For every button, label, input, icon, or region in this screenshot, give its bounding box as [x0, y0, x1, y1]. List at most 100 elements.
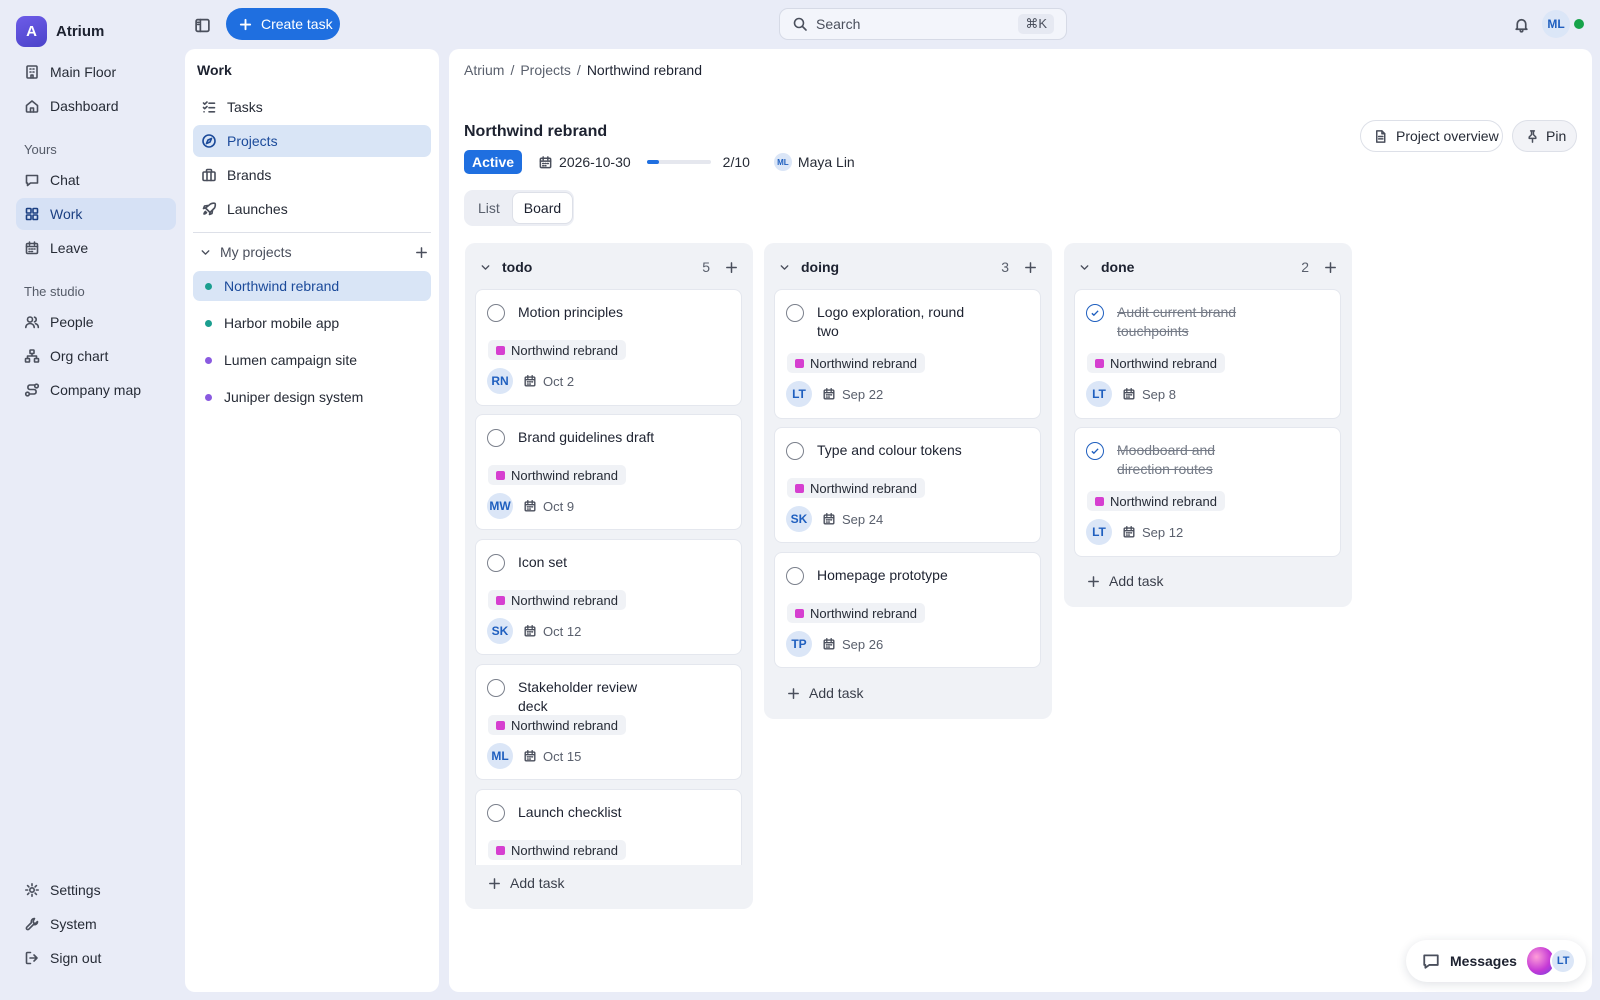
nav-item-chat[interactable]: Chat — [16, 164, 176, 196]
task-card[interactable]: Moodboard and direction routes Northwind… — [1074, 427, 1341, 557]
project-item-juniper-design-system[interactable]: Juniper design system — [193, 382, 431, 412]
assignee-avatar[interactable]: SK — [487, 618, 513, 644]
page-title: Northwind rebrand — [464, 123, 608, 140]
due-date: Sep 24 — [822, 512, 883, 527]
task-checkbox[interactable] — [487, 554, 505, 572]
add-card-icon[interactable] — [724, 260, 739, 275]
project-tag: Northwind rebrand — [787, 478, 925, 498]
project-item-lumen-campaign-site[interactable]: Lumen campaign site — [193, 345, 431, 375]
user-avatar[interactable]: ML — [1542, 10, 1570, 38]
view-option-list[interactable]: List — [467, 193, 511, 223]
add-project-icon[interactable] — [414, 245, 429, 260]
assignee-avatar[interactable]: LT — [786, 381, 812, 407]
chevron-down-icon[interactable] — [479, 261, 492, 274]
nav-item-settings[interactable]: Settings — [16, 874, 176, 906]
task-card[interactable]: Type and colour tokens Northwind rebrand… — [774, 427, 1041, 543]
task-checkbox[interactable] — [487, 304, 505, 322]
work-item-launches[interactable]: Launches — [193, 193, 431, 225]
task-checkbox[interactable] — [786, 567, 804, 585]
work-item-tasks[interactable]: Tasks — [193, 91, 431, 123]
assignee-avatar[interactable]: TP — [786, 631, 812, 657]
task-card[interactable]: Motion principles Northwind rebrand RN O… — [475, 289, 742, 406]
task-card[interactable]: Icon set Northwind rebrand SK Oct 12 — [475, 539, 742, 655]
work-item-projects[interactable]: Projects — [193, 125, 431, 157]
my-projects-header[interactable]: My projects — [199, 244, 429, 260]
nav-item-label: Sign out — [50, 950, 102, 966]
status-badge[interactable]: Active — [464, 150, 523, 174]
nav-item-people[interactable]: People — [16, 306, 176, 338]
assignee-avatar[interactable]: MW — [487, 493, 513, 519]
project-due-date[interactable]: 2026-10-30 — [538, 154, 631, 170]
task-checkbox[interactable] — [786, 304, 804, 322]
breadcrumb-item[interactable]: Projects — [520, 62, 571, 78]
chevron-down-icon[interactable] — [199, 246, 212, 259]
task-title: Homepage prototype — [817, 567, 948, 583]
task-checkbox-checked[interactable] — [1086, 304, 1104, 322]
app-logo: A — [16, 16, 47, 47]
task-checkbox-checked[interactable] — [1086, 442, 1104, 460]
assignee-avatar[interactable]: LT — [1086, 381, 1112, 407]
nav-item-company-map[interactable]: Company map — [16, 374, 176, 406]
task-card[interactable]: Logo exploration, round two Northwind re… — [774, 289, 1041, 419]
tag-label: Northwind rebrand — [511, 842, 618, 858]
org-chart-icon — [24, 348, 40, 364]
nav-item-work[interactable]: Work — [16, 198, 176, 230]
task-title: Motion principles — [518, 304, 624, 320]
add-task-button[interactable]: Add task — [786, 685, 863, 701]
nav-item-label: Leave — [50, 240, 89, 256]
column-count: 3 — [1001, 259, 1009, 275]
task-checkbox[interactable] — [487, 679, 505, 697]
add-task-button[interactable]: Add task — [487, 875, 564, 891]
add-task-button[interactable]: Add task — [1086, 573, 1163, 589]
search-input[interactable]: Search ⌘K — [779, 8, 1067, 40]
board-column-todo: todo 5 Motion principles Northwind rebra… — [465, 243, 753, 909]
tag-swatch — [1095, 496, 1104, 506]
bell-icon[interactable] — [1511, 14, 1531, 34]
sidebar-toggle-icon[interactable] — [192, 15, 212, 35]
project-item-harbor-mobile-app[interactable]: Harbor mobile app — [193, 308, 431, 338]
work-panel-divider — [193, 232, 431, 233]
pin-button[interactable]: Pin — [1512, 120, 1577, 152]
assignee-avatar[interactable]: LT — [1086, 519, 1112, 545]
project-item-northwind-rebrand[interactable]: Northwind rebrand — [193, 271, 431, 301]
task-card[interactable]: Homepage prototype Northwind rebrand TP … — [774, 552, 1041, 668]
nav-item-main-floor[interactable]: Main Floor — [16, 56, 176, 88]
task-card[interactable]: Launch checklist Northwind rebrand — [475, 789, 742, 865]
tag-swatch — [496, 595, 505, 605]
chevron-down-icon[interactable] — [1078, 261, 1091, 274]
assignee-avatar[interactable]: SK — [786, 506, 812, 532]
nav-item-leave[interactable]: Leave — [16, 232, 176, 264]
compass-icon — [201, 133, 217, 149]
grid-icon — [24, 206, 40, 222]
assignee-avatar[interactable]: RN — [487, 368, 513, 394]
add-card-icon[interactable] — [1023, 260, 1038, 275]
nav-item-dashboard[interactable]: Dashboard — [16, 90, 176, 122]
nav-item-label: Company map — [50, 382, 142, 398]
task-card[interactable]: Audit current brand touchpoints Northwin… — [1074, 289, 1341, 419]
nav-item-system[interactable]: System — [16, 908, 176, 940]
check-icon — [1090, 446, 1100, 456]
breadcrumb-item[interactable]: Atrium — [464, 62, 504, 78]
due-date-text: Oct 9 — [543, 498, 575, 514]
calendar-icon — [523, 374, 537, 388]
task-title: Audit current brand touchpoints — [1117, 304, 1237, 339]
project-owner[interactable]: ML Maya Lin — [773, 153, 855, 171]
nav-item-sign-out[interactable]: Sign out — [16, 942, 176, 974]
project-overview-button[interactable]: Project overview — [1360, 120, 1503, 152]
view-option-board[interactable]: Board — [512, 193, 573, 223]
create-task-button[interactable]: Create task — [226, 8, 340, 40]
messages-button[interactable]: Messages LT — [1406, 940, 1586, 982]
chevron-down-icon[interactable] — [778, 261, 791, 274]
due-date: Sep 8 — [1122, 387, 1176, 402]
task-card[interactable]: Brand guidelines draft Northwind rebrand… — [475, 414, 742, 530]
task-checkbox[interactable] — [786, 442, 804, 460]
app-brand[interactable]: A Atrium — [16, 16, 104, 47]
work-item-brands[interactable]: Brands — [193, 159, 431, 191]
assignee-avatar[interactable]: ML — [487, 743, 513, 769]
add-card-icon[interactable] — [1323, 260, 1338, 275]
task-card[interactable]: Stakeholder review deck Northwind rebran… — [475, 664, 742, 780]
task-checkbox[interactable] — [487, 804, 505, 822]
nav-item-org-chart[interactable]: Org chart — [16, 340, 176, 372]
task-checkbox[interactable] — [487, 429, 505, 447]
due-date-text: Oct 12 — [543, 623, 582, 639]
